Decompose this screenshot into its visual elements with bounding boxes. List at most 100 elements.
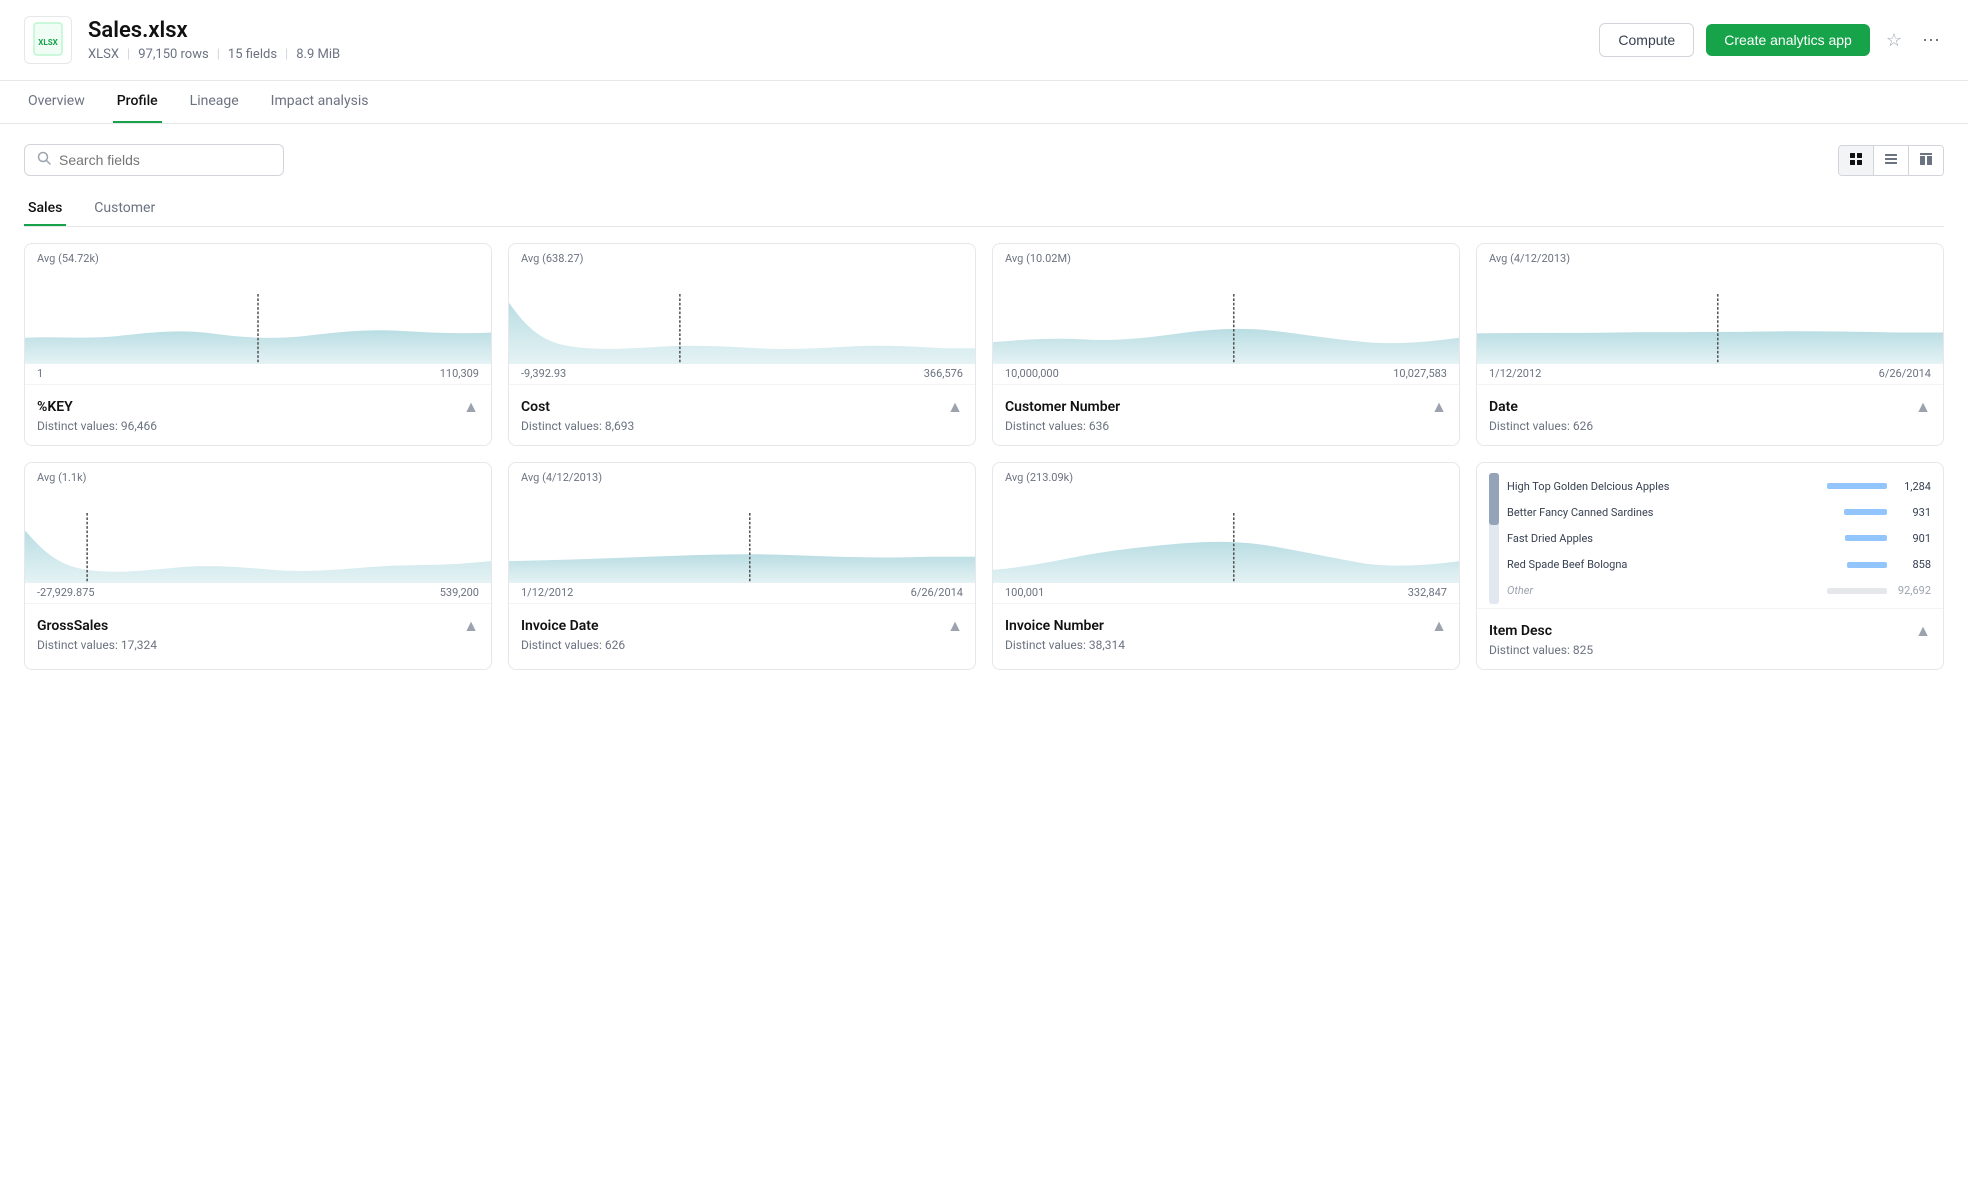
- invoice-number-chart-icon: ▲: [1431, 616, 1447, 636]
- file-icon: XLSX: [24, 16, 72, 64]
- customer-number-chart-icon: ▲: [1431, 397, 1447, 417]
- sub-tab-customer[interactable]: Customer: [90, 192, 159, 226]
- file-type: XLSX: [88, 47, 119, 62]
- card-item-desc: High Top Golden Delcious Apples 1,284 Be…: [1476, 462, 1944, 670]
- card-gross-sales-chart: Avg (1.1k) -27,929.875 539,: [25, 463, 491, 603]
- sub-tabs: Sales Customer: [24, 192, 1944, 227]
- invoice-date-avg-label: Avg (4/12/2013): [521, 471, 602, 484]
- tab-impact-analysis[interactable]: Impact analysis: [267, 81, 373, 123]
- card-date-subtitle: Distinct values: 626: [1489, 419, 1931, 433]
- card-item-desc-chart: High Top Golden Delcious Apples 1,284 Be…: [1477, 463, 1943, 608]
- key-avg-label: Avg (54.72k): [37, 252, 99, 265]
- card-gross-sales-body: GrossSales ▲ Distinct values: 17,324: [25, 603, 491, 664]
- file-info: Sales.xlsx XLSX | 97,150 rows | 15 field…: [88, 18, 1599, 62]
- main-tabs: Overview Profile Lineage Impact analysis: [0, 81, 1968, 124]
- card-invoice-date-subtitle: Distinct values: 626: [521, 638, 963, 652]
- card-gross-sales-title: GrossSales ▲: [37, 616, 479, 636]
- view-toggles: [1838, 145, 1944, 176]
- card-customer-number: Avg (10.02M) 10,000,000 10,: [992, 243, 1460, 446]
- card-key-title: %KEY ▲: [37, 397, 479, 417]
- date-chart-icon: ▲: [1915, 397, 1931, 417]
- card-cost-title: Cost ▲: [521, 397, 963, 417]
- gross-sales-chart-range: -27,929.875 539,200: [37, 586, 479, 599]
- card-invoice-number-title: Invoice Number ▲: [1005, 616, 1447, 636]
- customer-number-avg-label: Avg (10.02M): [1005, 252, 1071, 265]
- card-gross-sales: Avg (1.1k) -27,929.875 539,: [24, 462, 492, 670]
- create-analytics-app-button[interactable]: Create analytics app: [1706, 24, 1870, 56]
- bar-row-other: Other 92,692: [1507, 584, 1931, 597]
- compute-button[interactable]: Compute: [1599, 23, 1694, 57]
- card-customer-number-chart: Avg (10.02M) 10,000,000 10,: [993, 244, 1459, 384]
- card-invoice-number: Avg (213.09k) 100,001 332,8: [992, 462, 1460, 670]
- file-fields: 15 fields: [228, 47, 277, 62]
- card-key: Avg (54.72k) 1 110,309: [24, 243, 492, 446]
- file-type-label: XLSX: [32, 21, 64, 60]
- cards-grid: Avg (54.72k) 1 110,309: [24, 243, 1944, 670]
- customer-number-chart-range: 10,000,000 10,027,583: [1005, 367, 1447, 380]
- card-date-title: Date ▲: [1489, 397, 1931, 417]
- card-item-desc-body: Item Desc ▲ Distinct values: 825: [1477, 608, 1943, 669]
- card-invoice-date-title: Invoice Date ▲: [521, 616, 963, 636]
- card-key-chart: Avg (54.72k) 1 110,309: [25, 244, 491, 384]
- card-customer-number-title: Customer Number ▲: [1005, 397, 1447, 417]
- card-key-body: %KEY ▲ Distinct values: 96,466: [25, 384, 491, 445]
- list-view-button[interactable]: [1874, 146, 1909, 175]
- date-chart-range: 1/12/2012 6/26/2014: [1489, 367, 1931, 380]
- item-desc-chart-icon: ▲: [1915, 621, 1931, 641]
- tab-profile[interactable]: Profile: [113, 81, 162, 123]
- card-invoice-number-body: Invoice Number ▲ Distinct values: 38,314: [993, 603, 1459, 664]
- main-content: Sales Customer Avg (54.72k): [0, 124, 1968, 690]
- card-invoice-date-chart: Avg (4/12/2013) 1/12/2012 6: [509, 463, 975, 603]
- chart-icon: ▲: [463, 397, 479, 417]
- card-date-chart: Avg (4/12/2013) 1/12/2012 6: [1477, 244, 1943, 384]
- bar-chart-rows: High Top Golden Delcious Apples 1,284 Be…: [1507, 473, 1931, 604]
- more-options-button[interactable]: ⋯: [1918, 26, 1944, 55]
- grid-view-button[interactable]: [1839, 146, 1874, 175]
- invoice-number-chart-range: 100,001 332,847: [1005, 586, 1447, 599]
- search-input[interactable]: [59, 152, 271, 168]
- search-box[interactable]: [24, 144, 284, 176]
- card-invoice-date-body: Invoice Date ▲ Distinct values: 626: [509, 603, 975, 664]
- card-item-desc-title: Item Desc ▲: [1489, 621, 1931, 641]
- card-invoice-number-subtitle: Distinct values: 38,314: [1005, 638, 1447, 652]
- card-key-subtitle: Distinct values: 96,466: [37, 419, 479, 433]
- card-date: Avg (4/12/2013) 1/12/2012 6: [1476, 243, 1944, 446]
- card-gross-sales-subtitle: Distinct values: 17,324: [37, 638, 479, 652]
- file-name: Sales.xlsx: [88, 18, 1599, 43]
- date-avg-label: Avg (4/12/2013): [1489, 252, 1570, 265]
- toolbar: [24, 144, 1944, 176]
- card-date-body: Date ▲ Distinct values: 626: [1477, 384, 1943, 445]
- bar-row-3: Fast Dried Apples 901: [1507, 532, 1931, 545]
- tab-lineage[interactable]: Lineage: [186, 81, 243, 123]
- card-cost-body: Cost ▲ Distinct values: 8,693: [509, 384, 975, 445]
- invoice-number-avg-label: Avg (213.09k): [1005, 471, 1073, 484]
- invoice-date-chart-icon: ▲: [947, 616, 963, 636]
- file-rows: 97,150 rows: [138, 47, 208, 62]
- tab-overview[interactable]: Overview: [24, 81, 89, 123]
- card-cost: Avg (638.27) -9,392.93 366,: [508, 243, 976, 446]
- star-button[interactable]: ☆: [1882, 26, 1906, 55]
- card-cost-subtitle: Distinct values: 8,693: [521, 419, 963, 433]
- cost-chart-range: -9,392.93 366,576: [521, 367, 963, 380]
- key-chart-range: 1 110,309: [37, 367, 479, 380]
- bar-row-2: Better Fancy Canned Sardines 931: [1507, 506, 1931, 519]
- bar-row-1: High Top Golden Delcious Apples 1,284: [1507, 480, 1931, 493]
- cost-chart-icon: ▲: [947, 397, 963, 417]
- header-actions: Compute Create analytics app ☆ ⋯: [1599, 23, 1944, 57]
- cost-avg-label: Avg (638.27): [521, 252, 583, 265]
- card-customer-number-body: Customer Number ▲ Distinct values: 636: [993, 384, 1459, 445]
- invoice-date-chart-range: 1/12/2012 6/26/2014: [521, 586, 963, 599]
- svg-text:XLSX: XLSX: [38, 38, 57, 47]
- file-size: 8.9 MiB: [296, 47, 340, 62]
- bar-row-4: Red Spade Beef Bologna 858: [1507, 558, 1931, 571]
- sub-tab-sales[interactable]: Sales: [24, 192, 66, 226]
- card-invoice-number-chart: Avg (213.09k) 100,001 332,8: [993, 463, 1459, 603]
- search-icon: [37, 151, 51, 169]
- page-header: XLSX Sales.xlsx XLSX | 97,150 rows | 15 …: [0, 0, 1968, 81]
- gross-sales-chart-icon: ▲: [463, 616, 479, 636]
- table-view-button[interactable]: [1909, 146, 1943, 175]
- card-invoice-date: Avg (4/12/2013) 1/12/2012 6: [508, 462, 976, 670]
- card-cost-chart: Avg (638.27) -9,392.93 366,: [509, 244, 975, 384]
- gross-sales-avg-label: Avg (1.1k): [37, 471, 87, 484]
- card-item-desc-subtitle: Distinct values: 825: [1489, 643, 1931, 657]
